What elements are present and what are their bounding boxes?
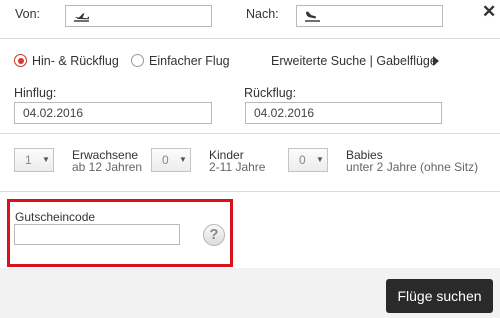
one-way-radio[interactable] [131,54,144,67]
plane-arrival-icon [305,11,320,22]
chevron-down-icon: ▼ [316,155,324,164]
advanced-search-link[interactable]: Erweiterte Suche | Gabelflüge [271,54,437,68]
return-date-input[interactable]: 04.02.2016 [245,102,442,124]
question-mark-icon: ? [209,226,219,243]
outbound-date-label: Hinflug: [14,86,57,100]
round-trip-label[interactable]: Hin- & Rückflug [32,54,119,68]
to-airport-input[interactable] [296,5,443,27]
children-select[interactable]: 0 ▼ [151,148,191,172]
close-icon: ✕ [482,2,497,21]
to-label: Nach: [246,7,279,21]
return-date-label: Rückflug: [244,86,297,100]
from-airport-input[interactable] [65,5,212,27]
dates-divider [0,133,500,134]
outbound-date-input[interactable]: 04.02.2016 [14,102,212,124]
voucher-label: Gutscheincode [15,210,96,224]
chevron-down-icon: ▼ [42,155,50,164]
round-trip-radio[interactable] [14,54,27,67]
voucher-help-button[interactable]: ? [203,224,225,246]
infants-select[interactable]: 0 ▼ [288,148,328,172]
close-button[interactable]: ✕ [482,2,496,22]
plane-departure-icon [74,13,89,22]
infants-subtitle: unter 2 Jahre (ohne Sitz) [346,160,479,174]
passengers-divider [0,191,500,192]
search-flights-button[interactable]: Flüge suchen [386,279,493,313]
adults-select[interactable]: 1 ▼ [14,148,54,172]
one-way-label[interactable]: Einfacher Flug [149,54,230,68]
voucher-input[interactable] [14,224,180,245]
chevron-down-icon: ▼ [179,155,187,164]
top-divider [0,38,500,39]
from-label: Von: [15,7,41,21]
adults-subtitle: ab 12 Jahren [72,160,143,174]
chevron-right-icon [433,56,439,66]
children-subtitle: 2-11 Jahre [209,160,266,174]
